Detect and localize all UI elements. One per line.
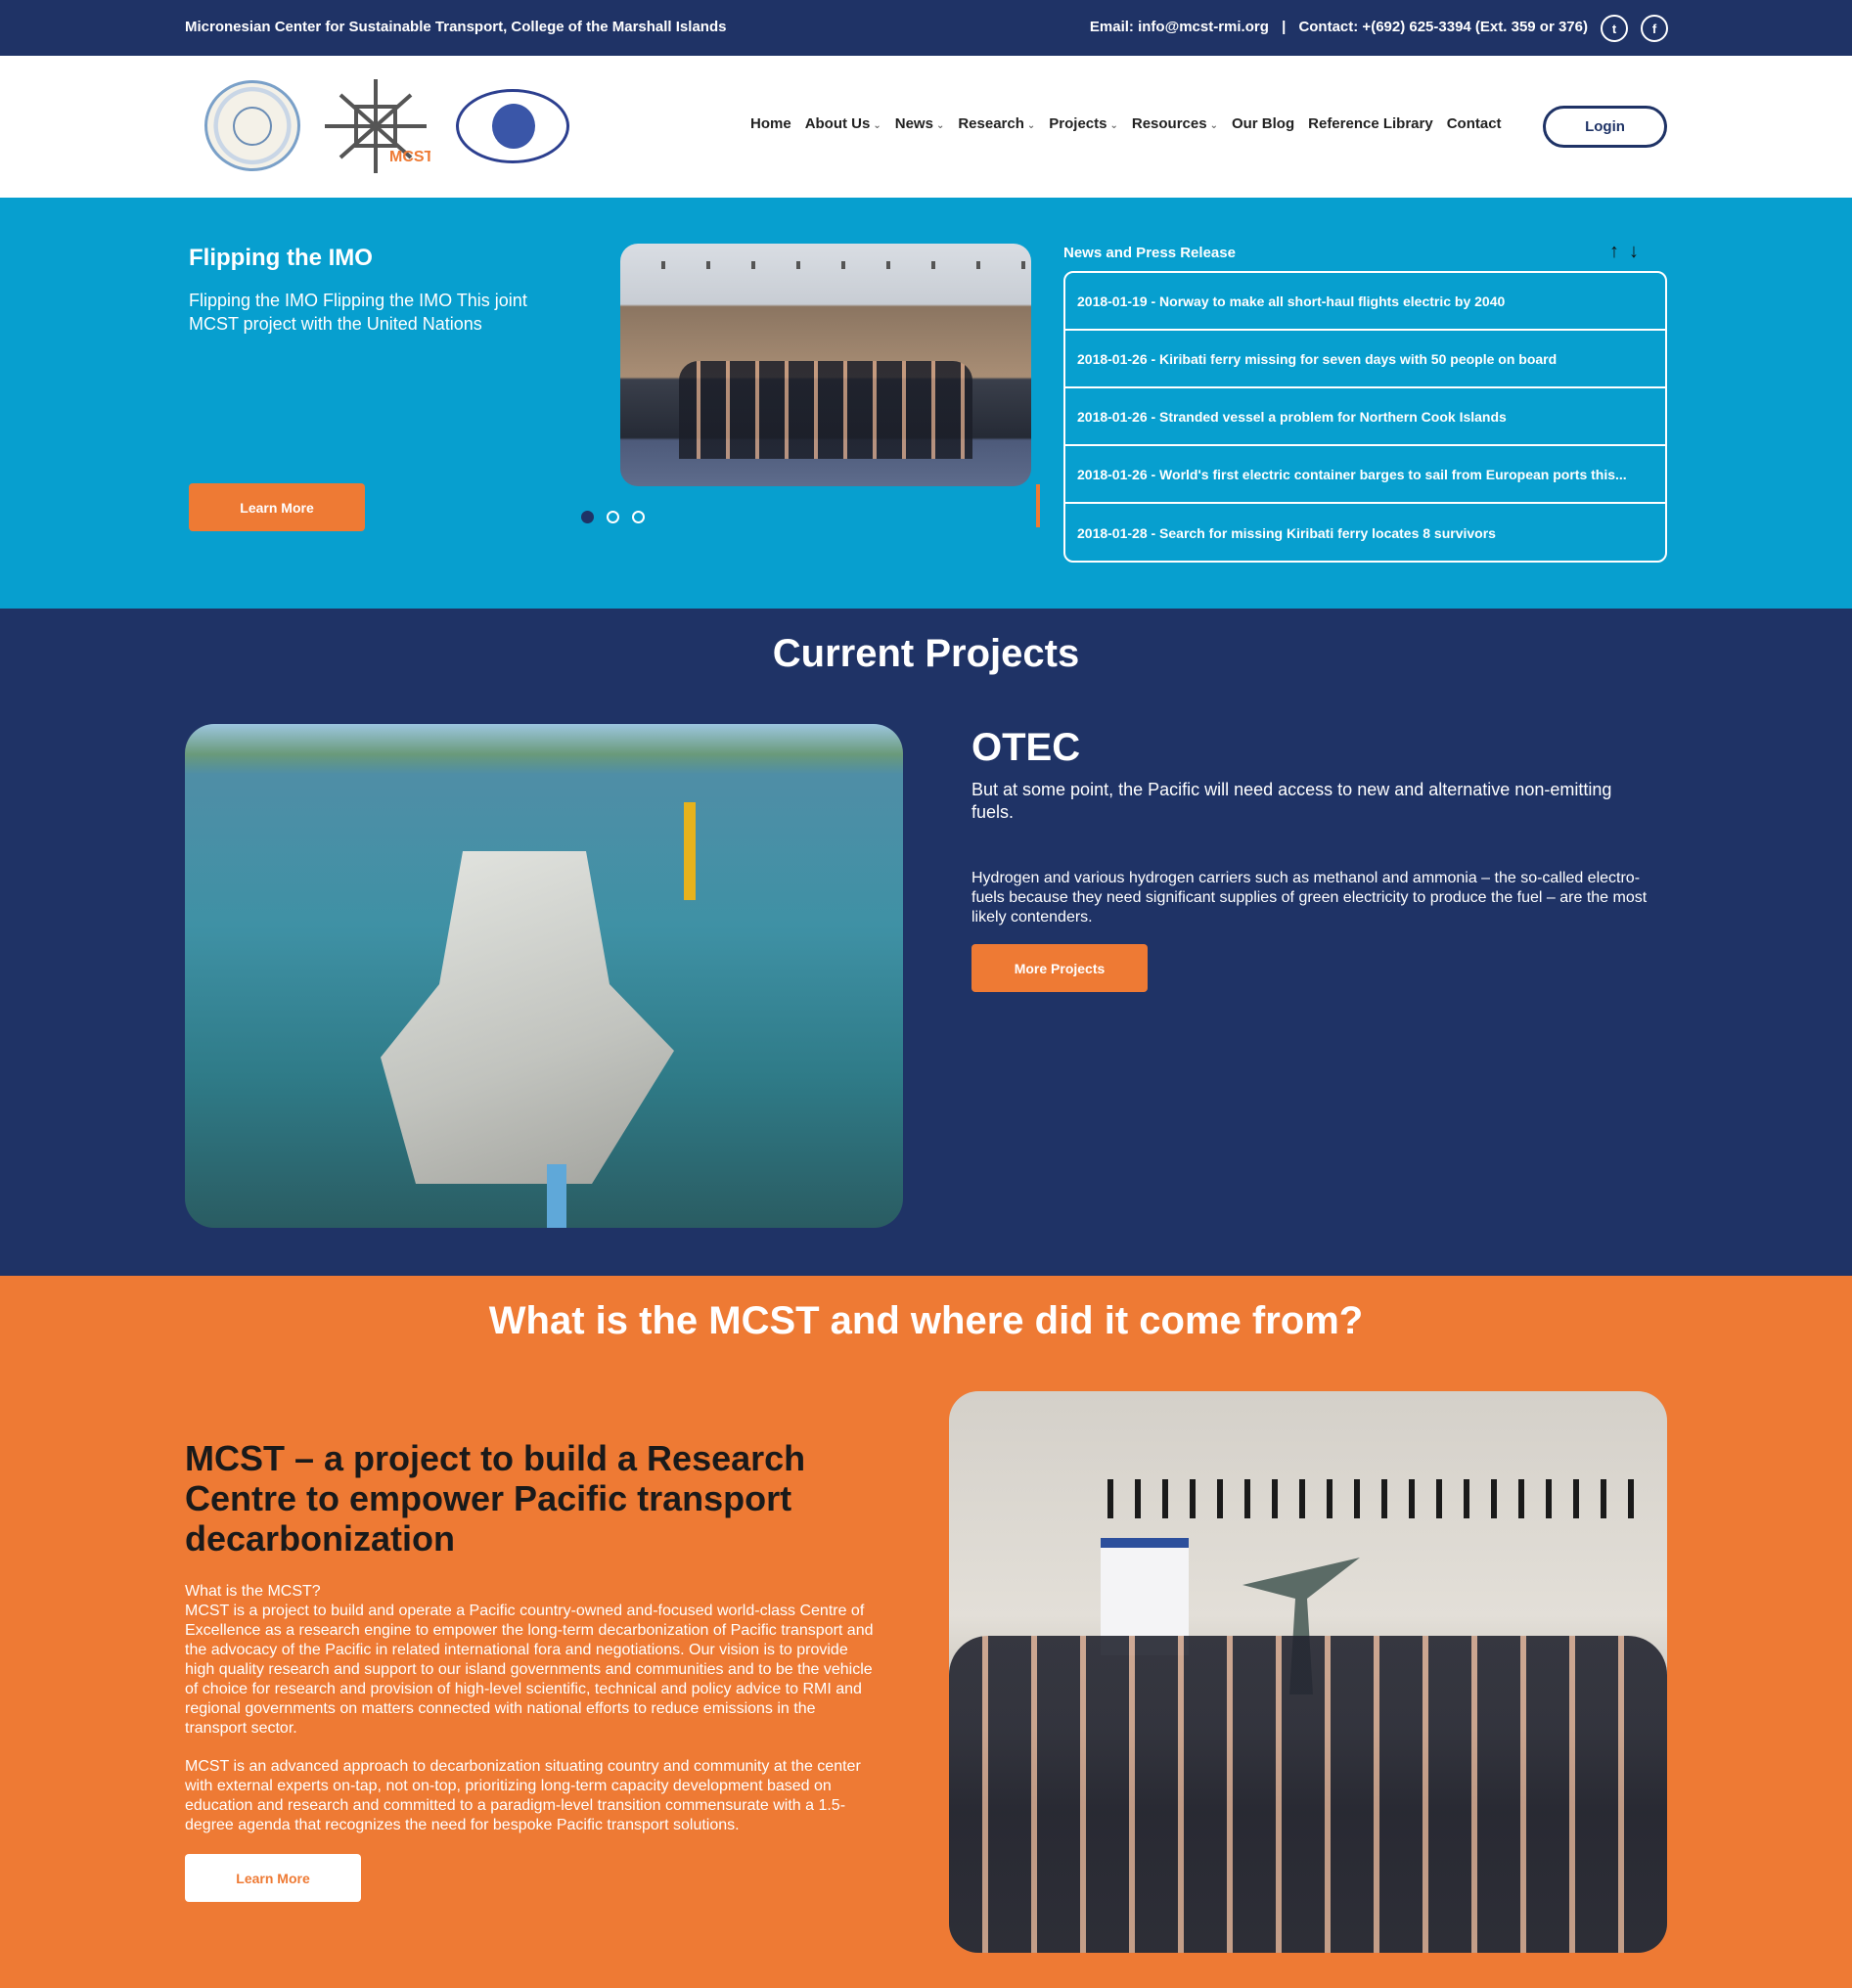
otec-platform-image (185, 724, 903, 1228)
project-lead-text: But at some point, the Pacific will need… (971, 780, 1612, 822)
slide-accent-bar (1036, 484, 1040, 527)
nav-resources[interactable]: Resources ⌄ (1132, 115, 1218, 132)
about-section: What is the MCST and where did it come f… (0, 1276, 1852, 1988)
nav-projects-label: Projects (1049, 115, 1107, 132)
twitter-icon[interactable]: t (1601, 15, 1628, 42)
news-scroll-arrows-icon[interactable]: ↑↓ (1609, 241, 1649, 263)
chevron-down-icon: ⌄ (1209, 120, 1218, 131)
phone-link[interactable]: Contact: +(692) 625-3394 (Ext. 359 or 37… (1298, 19, 1588, 35)
hero-section: Flipping the IMO Flipping the IMO Flippi… (0, 198, 1852, 609)
facebook-icon[interactable]: f (1641, 15, 1668, 42)
project-body-text: Hydrogen and various hydrogen carriers s… (971, 870, 1648, 926)
nav-our-blog[interactable]: Our Blog (1232, 115, 1294, 132)
org-name: Micronesian Center for Sustainable Trans… (185, 19, 727, 35)
top-bar: Micronesian Center for Sustainable Trans… (0, 0, 1852, 56)
nav-research[interactable]: Research ⌄ (958, 115, 1035, 132)
chevron-down-icon: ⌄ (1026, 120, 1036, 131)
news-list: 2018-01-19 - Norway to make all short-ha… (1063, 271, 1667, 563)
site-header: MCST Home About Us ⌄ News ⌄ Research ⌄ Proj… (0, 56, 1852, 198)
news-item[interactable]: 2018-01-26 - Stranded vessel a problem f… (1065, 388, 1665, 446)
nav-about-us[interactable]: About Us ⌄ (805, 115, 881, 132)
nav-our-blog-label: Our Blog (1231, 115, 1295, 132)
news-item[interactable]: 2018-01-26 - World's first electric cont… (1065, 446, 1665, 504)
contact-info: Email: info@mcst-rmi.org | Contact: +(69… (1090, 19, 1588, 35)
about-group-photo (949, 1391, 1667, 1953)
college-marshall-islands-logo[interactable] (456, 89, 569, 163)
nav-projects[interactable]: Projects ⌄ (1049, 115, 1118, 132)
carousel-dot-2[interactable] (607, 511, 619, 523)
hero-learn-more-button[interactable]: Learn More (189, 483, 365, 531)
nav-news[interactable]: News ⌄ (895, 115, 945, 132)
chevron-down-icon: ⌄ (873, 120, 881, 131)
about-title: MCST – a project to build a Research Cen… (185, 1438, 806, 1559)
about-question: What is the MCST? (185, 1583, 321, 1600)
mcst-logo[interactable]: MCST (321, 75, 434, 177)
hero-title: Flipping the IMO (189, 245, 373, 271)
about-text-1: What is the MCST? MCST is a project to b… (185, 1582, 880, 1739)
carousel-dot-3[interactable] (632, 511, 645, 523)
news-heading: News and Press Release (1063, 245, 1236, 261)
carousel-dots (581, 511, 645, 523)
email-link[interactable]: Email: info@mcst-rmi.org (1090, 19, 1269, 35)
about-heading: What is the MCST and where did it come f… (488, 1299, 1364, 1342)
news-item[interactable]: 2018-01-26 - Kiribati ferry missing for … (1065, 331, 1665, 388)
about-paragraph-1: MCST is a project to build and operate a… (185, 1603, 874, 1737)
project-title: OTEC (971, 726, 1081, 769)
nav-contact-label: Contact (1446, 115, 1502, 132)
nav-research-label: Research (958, 115, 1024, 132)
mcst-logo-text: MCST (389, 149, 430, 165)
about-learn-more-button[interactable]: Learn More (185, 1854, 361, 1902)
nav-home[interactable]: Home (750, 115, 791, 132)
nav-about-us-label: About Us (804, 115, 871, 132)
login-button[interactable]: Login (1543, 106, 1667, 148)
hero-text: Flipping the IMO Flipping the IMO This j… (189, 291, 527, 334)
hero-slide-photo (620, 244, 1031, 486)
nav-reference-library-label: Reference Library (1308, 115, 1433, 132)
nav-home-label: Home (750, 115, 791, 132)
chevron-down-icon: ⌄ (1109, 120, 1118, 131)
main-nav: Home About Us ⌄ News ⌄ Research ⌄ Projects ⌄… (750, 115, 1502, 132)
contact-separator: | (1282, 19, 1287, 35)
news-item[interactable]: 2018-01-19 - Norway to make all short-ha… (1065, 273, 1665, 331)
nav-contact[interactable]: Contact (1447, 115, 1502, 132)
chevron-down-icon: ⌄ (935, 120, 945, 131)
nav-news-label: News (894, 115, 933, 132)
current-projects-section: Current Projects OTEC But at some point,… (0, 609, 1852, 1276)
projects-heading: Current Projects (772, 632, 1080, 675)
nav-reference-library[interactable]: Reference Library (1308, 115, 1433, 132)
marshall-islands-seal-logo[interactable] (204, 80, 300, 171)
carousel-dot-1[interactable] (581, 511, 594, 523)
news-item[interactable]: 2018-01-28 - Search for missing Kiribati… (1065, 504, 1665, 561)
nav-resources-label: Resources (1131, 115, 1207, 132)
more-projects-button[interactable]: More Projects (971, 944, 1148, 992)
about-paragraph-2: MCST is an advanced approach to decarbon… (185, 1758, 861, 1833)
